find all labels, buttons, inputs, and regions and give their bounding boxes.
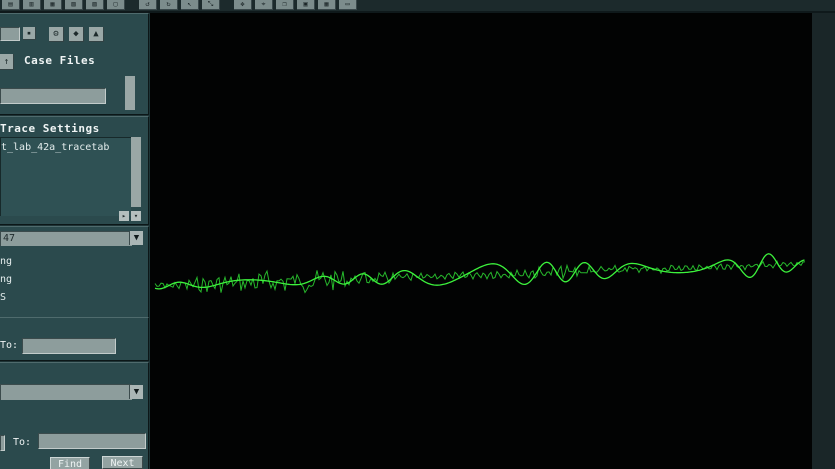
search-to-label: To: [13,437,32,448]
diamond-icon: ◆ [73,29,79,39]
channel-item[interactable]: ng [0,274,12,285]
open-icon[interactable]: ▥ [23,0,41,10]
parent-folder-button[interactable]: ↑ [0,54,14,70]
pan-icon[interactable]: ✥ [234,0,252,10]
triangle-icon: ▲ [93,29,99,39]
import-icon[interactable]: ▦ [44,0,62,10]
find-button[interactable]: Find [50,457,90,469]
monitor-bezel [812,13,835,469]
measure-icon[interactable]: ⌖ [255,0,273,10]
search-select[interactable] [0,384,132,400]
trace-settings-title: Trace Settings [0,122,100,135]
case-files-panel: ▪ ⚙ ◆ ▲ ↑ Case Files [0,13,149,115]
trace-line-noise [154,260,806,294]
range-to-label: To: [0,340,19,351]
toolbar-separator [223,0,231,11]
range-to-field[interactable] [22,338,116,354]
channel-select[interactable]: 47 [0,231,132,246]
export-icon[interactable]: ▧ [65,0,83,10]
search-to-field[interactable] [38,433,146,449]
left-control-panel: ▪ ⚙ ◆ ▲ ↑ Case Files Trace Settings t_la… [0,13,150,469]
save-icon[interactable]: ▤ [2,0,20,10]
redo-icon[interactable]: ↻ [160,0,178,10]
trace-settings-scrollbar[interactable] [131,137,141,207]
case-files-path-field[interactable] [0,88,106,104]
case-number-field[interactable] [0,27,20,41]
toolbar-separator [128,0,136,11]
case-files-title: Case Files [24,54,96,67]
trace-canvas [154,253,806,294]
channel-item[interactable]: S [0,292,6,303]
channel-panel: 47 ▼ ng ng S [0,226,149,320]
display-icon[interactable]: ▭ [339,0,357,10]
undo-icon[interactable]: ↺ [139,0,157,10]
trace-settings-list[interactable]: t_lab_42a_tracetab [0,137,131,216]
search-from-field[interactable] [0,435,5,451]
grid-icon[interactable]: ▦ [318,0,336,10]
chevron-down-icon[interactable]: ▼ [129,385,143,399]
paste-icon[interactable]: ▣ [297,0,315,10]
print-icon[interactable]: ▨ [86,0,104,10]
range-panel: To: [0,317,149,361]
trace-line-wave [154,253,805,290]
arrow-up-icon: ↑ [3,56,10,67]
case-tool-button-2[interactable]: ◆ [69,27,84,42]
case-dropdown-button[interactable]: ▪ [23,27,36,40]
search-panel: ▼ To: Find Next [0,362,149,469]
trace-settings-item[interactable]: t_lab_42a_tracetab [1,142,109,153]
next-button[interactable]: Next [102,456,143,469]
page-icon[interactable]: ▢ [107,0,125,10]
chevron-down-icon[interactable]: ▼ [129,231,143,245]
trace-display[interactable] [150,13,812,469]
scroll-down-icon[interactable]: ▾ [131,211,141,221]
main-toolbar: ▤ ▥ ▦ ▧ ▨ ▢ ↺ ↻ ↖ ⤡ ✥ ⌖ ❐ ▣ ▦ ▭ [0,0,835,11]
case-files-scrollbar[interactable] [125,76,135,110]
case-tool-button-1[interactable]: ⚙ [49,27,64,42]
trace-settings-panel: Trace Settings t_lab_42a_tracetab ▸ ▾ [0,116,149,225]
zoom-icon[interactable]: ⤡ [202,0,220,10]
channel-select-value: 47 [3,233,16,244]
pointer-icon[interactable]: ↖ [181,0,199,10]
copy-icon[interactable]: ❐ [276,0,294,10]
settings-icon: ⚙ [53,29,59,39]
scroll-right-icon[interactable]: ▸ [119,211,129,221]
oscilloscope-window: ▤ ▥ ▦ ▧ ▨ ▢ ↺ ↻ ↖ ⤡ ✥ ⌖ ❐ ▣ ▦ ▭ ▪ ⚙ ◆ ▲ ↑ Case Files Tr… [0,0,835,469]
channel-item[interactable]: ng [0,256,12,267]
case-tool-button-3[interactable]: ▲ [89,27,104,42]
